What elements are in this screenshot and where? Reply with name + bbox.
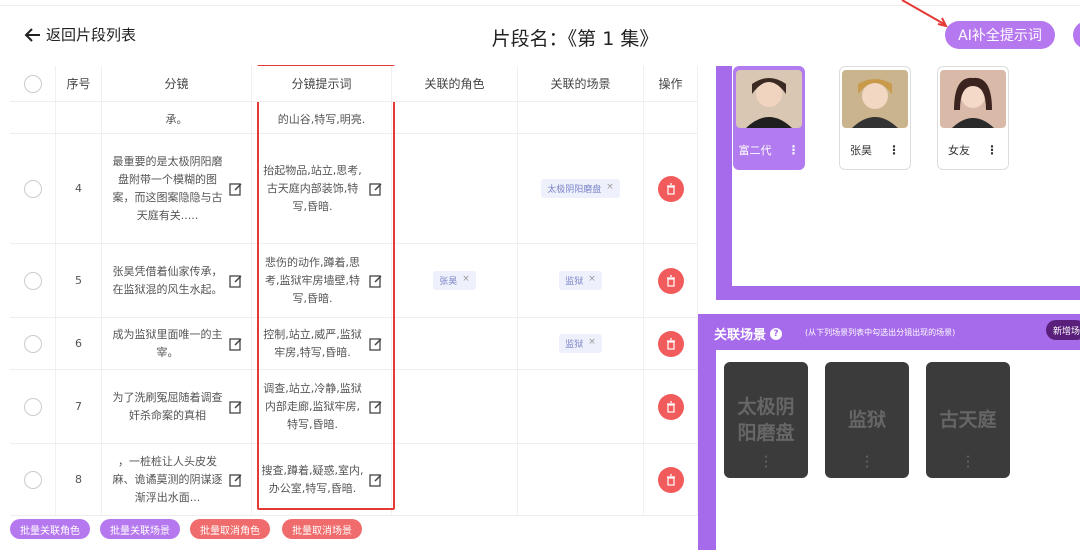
more-options-icon[interactable]: · · · xyxy=(926,453,1010,473)
row-index: 4 xyxy=(56,134,102,243)
edit-icon[interactable] xyxy=(229,337,243,351)
scene-tag-label: 监狱 xyxy=(565,277,584,287)
more-options-icon[interactable]: · · · xyxy=(724,453,808,473)
table-header: 序号 分镜 分镜提示词 关联的角色 关联的场景 操作 xyxy=(10,66,698,102)
col-shot: 分镜 xyxy=(102,66,252,101)
trash-icon xyxy=(666,400,675,413)
scene-tag-label: 监狱 xyxy=(565,340,584,350)
remove-tag-icon[interactable]: × xyxy=(606,182,614,195)
trash-icon xyxy=(666,274,675,287)
role-tag[interactable]: 张昊 × xyxy=(433,271,476,290)
character-card[interactable]: 张昊 ⋮ xyxy=(839,66,911,170)
scene-tag-label: 太极阴阳磨盘 xyxy=(547,185,602,195)
row-index: 6 xyxy=(56,318,102,369)
col-scenes: 关联的场景 xyxy=(518,66,644,101)
shot-text: ，一桩桩让人头皮发麻、诡谲莫测的阴谋逐渐浮出水面... xyxy=(112,454,223,504)
col-prompt: 分镜提示词 xyxy=(252,66,392,101)
edit-icon[interactable] xyxy=(229,182,243,196)
select-all-cell[interactable] xyxy=(10,66,56,101)
batch-cancel-scene-button[interactable]: 批量取消场景 xyxy=(282,519,362,539)
delete-button[interactable] xyxy=(657,466,684,493)
scene-name: 太极阴阳磨盘 xyxy=(737,396,795,444)
row-checkbox[interactable] xyxy=(23,470,42,489)
shot-text: 成为监狱里面唯一的主宰。 xyxy=(112,327,223,359)
shot-text: 为了洗刷冤屈随着调查奸杀命案的真相 xyxy=(112,390,223,422)
trash-icon xyxy=(666,337,675,350)
character-card[interactable]: 女友 ⋮ xyxy=(937,66,1009,170)
edit-icon[interactable] xyxy=(229,274,243,288)
delete-button[interactable] xyxy=(657,175,684,202)
row-checkbox[interactable] xyxy=(23,179,42,198)
delete-button[interactable] xyxy=(657,393,684,420)
row-index: 7 xyxy=(56,370,102,443)
batch-link-scene-button[interactable]: 批量关联场景 xyxy=(100,519,180,539)
more-options-icon[interactable]: ⋮ xyxy=(788,144,800,156)
shot-text: 最重要的是太极阴阳磨盘附带一个模糊的图案，而这图案隐隐与古天庭有关..... xyxy=(112,154,223,222)
avatar xyxy=(842,70,908,128)
select-all-checkbox[interactable] xyxy=(23,74,42,93)
more-options-icon[interactable]: · · · xyxy=(825,453,909,473)
avatar xyxy=(940,70,1006,128)
more-options-icon[interactable]: ⋮ xyxy=(888,144,900,156)
scene-card[interactable]: 太极阴阳磨盘 · · · xyxy=(724,362,808,478)
remove-tag-icon[interactable]: × xyxy=(588,274,596,287)
trash-icon xyxy=(666,182,675,195)
col-roles: 关联的角色 xyxy=(392,66,518,101)
avatar xyxy=(736,70,802,128)
scene-panel-title: 关联场景? xyxy=(714,324,783,343)
batch-cancel-role-button[interactable]: 批量取消角色 xyxy=(190,519,270,539)
ai-complete-prompt-button[interactable]: AI补全提示词 xyxy=(945,21,1055,49)
batch-link-role-button[interactable]: 批量关联角色 xyxy=(10,519,90,539)
row-checkbox[interactable] xyxy=(23,397,42,416)
remove-tag-icon[interactable]: × xyxy=(462,274,470,287)
trash-icon xyxy=(666,473,675,486)
prompt-column-highlight xyxy=(257,65,395,510)
scene-tag[interactable]: 监狱 × xyxy=(559,334,602,353)
scene-name: 监狱 xyxy=(847,409,886,431)
character-name: 张昊 xyxy=(850,144,872,157)
delete-button[interactable] xyxy=(657,330,684,357)
character-name: 富二代 xyxy=(738,144,772,157)
add-scene-button[interactable]: 新增场 xyxy=(1046,320,1080,340)
remove-tag-icon[interactable]: × xyxy=(588,337,596,350)
scene-panel-hint: (从下列场景列表中勾选出分镜出现的场景) xyxy=(805,328,956,337)
help-icon[interactable]: ? xyxy=(770,327,783,340)
delete-button[interactable] xyxy=(657,267,684,294)
shot-text: 张昊凭借着仙家传承，在监狱混的风生水起。 xyxy=(112,264,223,296)
row-index: 8 xyxy=(56,444,102,515)
annotation-arrow-icon xyxy=(901,0,948,28)
row-checkbox[interactable] xyxy=(23,271,42,290)
scene-panel-title-text: 关联场景 xyxy=(714,328,767,343)
character-name: 女友 xyxy=(948,144,970,157)
edit-icon[interactable] xyxy=(229,473,243,487)
row-checkbox[interactable] xyxy=(23,334,42,353)
scene-card[interactable]: 监狱 · · · xyxy=(825,362,909,478)
role-tag-label: 张昊 xyxy=(439,277,458,287)
scene-card[interactable]: 古天庭 · · · xyxy=(926,362,1010,478)
col-index: 序号 xyxy=(56,66,102,101)
scene-tag[interactable]: 监狱 × xyxy=(559,271,602,290)
more-options-icon[interactable]: ⋮ xyxy=(986,144,998,156)
shot-text: 承。 xyxy=(165,113,188,126)
scene-tag[interactable]: 太极阴阳磨盘 × xyxy=(541,179,620,198)
col-actions: 操作 xyxy=(644,66,698,101)
row-index: 5 xyxy=(56,244,102,317)
edit-icon[interactable] xyxy=(229,400,243,414)
character-card[interactable]: 富二代 ⋮ xyxy=(733,66,805,170)
scene-name: 古天庭 xyxy=(939,409,997,431)
